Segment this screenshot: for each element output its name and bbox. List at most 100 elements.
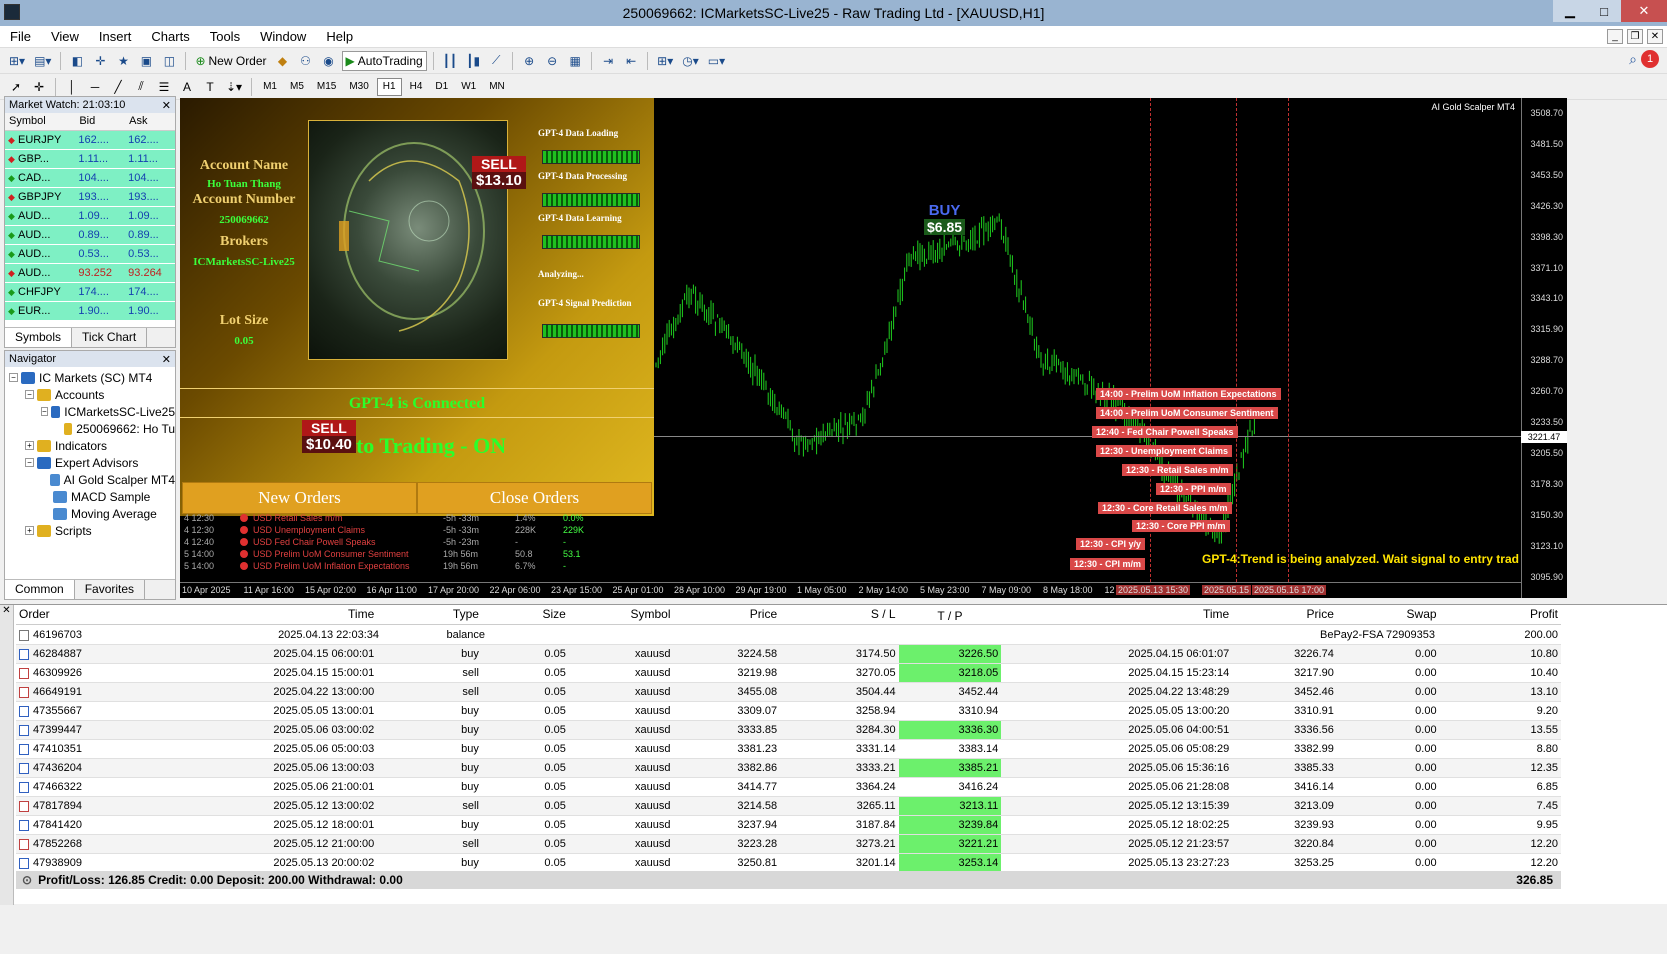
event-label[interactable]: 12:30 - CPI m/m	[1070, 558, 1146, 570]
tf-h1[interactable]: H1	[376, 77, 402, 96]
market-watch-icon[interactable]: ◧	[67, 51, 87, 71]
menu-help[interactable]: Help	[316, 29, 363, 44]
expand-icon[interactable]: +	[25, 441, 34, 450]
auto-scroll-icon[interactable]: ⇥	[598, 51, 618, 71]
bar-chart-icon[interactable]: ┃┃	[440, 51, 460, 71]
expand-icon[interactable]: −	[25, 390, 34, 399]
table-row[interactable]: 47399447 2025.05.06 03:00:02 buy 0.05 xauusd…	[16, 721, 1561, 740]
indicators-icon[interactable]: ⊞▾	[654, 51, 676, 71]
terminal-close-icon[interactable]: ✕	[0, 605, 13, 616]
trendline-icon[interactable]: ╱	[108, 77, 128, 97]
tab-favorites[interactable]: Favorites	[75, 580, 146, 599]
expand-icon[interactable]: −	[9, 373, 18, 382]
table-row[interactable]: 47841420 2025.05.12 18:00:01 buy 0.05 xauusd…	[16, 816, 1561, 835]
expand-icon[interactable]: −	[41, 407, 48, 416]
event-label[interactable]: 12:30 - CPI y/y	[1076, 538, 1146, 550]
line-chart-icon[interactable]: ⟋	[486, 51, 506, 71]
price-chart[interactable]: AI Gold Scalper MT4 BUY $6.85 14:00 - Pr…	[180, 98, 1567, 598]
col-symbol[interactable]: Symbol	[569, 607, 674, 624]
tf-w1[interactable]: W1	[456, 78, 481, 96]
event-label[interactable]: 14:00 - Prelim UoM Consumer Sentiment	[1096, 407, 1278, 419]
navigator-item[interactable]: + Scripts	[5, 522, 175, 539]
market-watch-row[interactable]: ◆ AUD... 0.89... 0.89...	[5, 225, 175, 245]
table-row[interactable]: 46649191 2025.04.22 13:00:00 sell 0.05 xauus…	[16, 683, 1561, 702]
tester-icon[interactable]: ◫	[159, 51, 179, 71]
col-profit[interactable]: Profit	[1440, 607, 1561, 624]
autotrading-button[interactable]: ▶ AutoTrading	[341, 50, 427, 71]
navigator-item[interactable]: MACD Sample	[5, 488, 175, 505]
event-label[interactable]: 12:40 - Fed Chair Powell Speaks	[1092, 426, 1238, 438]
profiles-icon[interactable]: ▤▾	[31, 51, 54, 71]
new-orders-button[interactable]: New Orders	[182, 482, 417, 514]
close-button[interactable]: ✕	[1621, 0, 1667, 22]
table-row[interactable]: 46284887 2025.04.15 06:00:01 buy 0.05 xauusd…	[16, 645, 1561, 664]
fibonacci-icon[interactable]: ☰	[154, 77, 174, 97]
expand-icon[interactable]: +	[25, 526, 34, 535]
navigator-icon[interactable]: ★	[113, 51, 133, 71]
panel-close-icon[interactable]: ✕	[162, 353, 171, 366]
metaeditor-icon[interactable]: ◆	[273, 51, 293, 71]
table-row[interactable]: 47436204 2025.05.06 13:00:03 buy 0.05 xauusd…	[16, 759, 1561, 778]
market-watch-row[interactable]: ◆ AUD... 93.252 93.264	[5, 263, 175, 283]
tf-mn[interactable]: MN	[484, 78, 510, 96]
event-label[interactable]: 12:30 - PPI m/m	[1156, 483, 1231, 495]
navigator-item[interactable]: − Expert Advisors	[5, 454, 175, 471]
tf-m15[interactable]: M15	[312, 78, 341, 96]
tab-symbols[interactable]: Symbols	[5, 328, 73, 347]
col-ask[interactable]: Ask	[125, 113, 175, 131]
tf-m30[interactable]: M30	[344, 78, 373, 96]
col-close-time[interactable]: Time	[1001, 607, 1232, 624]
data-window-icon[interactable]: ✛	[90, 51, 110, 71]
mdi-close-icon[interactable]: ✕	[1647, 29, 1663, 44]
table-row[interactable]: 47466322 2025.05.06 21:00:01 buy 0.05 xauusd…	[16, 778, 1561, 797]
signals-icon[interactable]: ⚇	[296, 51, 316, 71]
zoom-in-icon[interactable]: ⊕	[519, 51, 539, 71]
table-row[interactable]: 47852268 2025.05.12 21:00:00 sell 0.05 xauus…	[16, 835, 1561, 854]
periods-icon[interactable]: ◷▾	[679, 51, 702, 71]
col-price[interactable]: Price	[673, 607, 780, 624]
event-label[interactable]: 14:00 - Prelim UoM Inflation Expectation…	[1096, 388, 1281, 400]
horizontal-line-icon[interactable]: ─	[85, 77, 105, 97]
mdi-restore-icon[interactable]: ❐	[1627, 29, 1643, 44]
navigator-item[interactable]: − ICMarketsSC-Live25	[5, 403, 175, 420]
table-row[interactable]: 47355667 2025.05.05 13:00:01 buy 0.05 xauusd…	[16, 702, 1561, 721]
market-watch-row[interactable]: ◆ EURJPY 162.... 162....	[5, 130, 175, 150]
crosshair-icon[interactable]: ✛	[29, 77, 49, 97]
tile-windows-icon[interactable]: ▦	[565, 51, 585, 71]
tab-tick-chart[interactable]: Tick Chart	[72, 328, 148, 347]
menu-tools[interactable]: Tools	[200, 29, 250, 44]
label-icon[interactable]: T	[200, 77, 220, 97]
new-chart-icon[interactable]: ⊞▾	[6, 51, 28, 71]
market-watch-row[interactable]: ◆ GBPJPY 193.... 193....	[5, 187, 175, 207]
event-label[interactable]: 12:30 - Core PPI m/m	[1132, 520, 1230, 532]
navigator-item[interactable]: Moving Average	[5, 505, 175, 522]
navigator-item[interactable]: − IC Markets (SC) MT4	[5, 369, 175, 386]
expand-icon[interactable]: −	[25, 458, 34, 467]
templates-icon[interactable]: ▭▾	[705, 51, 728, 71]
zoom-out-icon[interactable]: ⊖	[542, 51, 562, 71]
maximize-button[interactable]: □	[1587, 0, 1621, 22]
minimize-button[interactable]: ▁	[1553, 0, 1587, 22]
table-row[interactable]: 47817894 2025.05.12 13:00:02 sell 0.05 xauus…	[16, 797, 1561, 816]
navigator-item[interactable]: AI Gold Scalper MT4	[5, 471, 175, 488]
menu-charts[interactable]: Charts	[141, 29, 199, 44]
market-watch-row[interactable]: ◆ AUD... 1.09... 1.09...	[5, 206, 175, 226]
text-icon[interactable]: A	[177, 77, 197, 97]
terminal-icon[interactable]: ▣	[136, 51, 156, 71]
col-swap[interactable]: Swap	[1337, 607, 1440, 624]
cursor-icon[interactable]: ➚	[6, 77, 26, 97]
menu-file[interactable]: File	[0, 29, 41, 44]
tf-d1[interactable]: D1	[430, 78, 453, 96]
close-orders-button[interactable]: Close Orders	[417, 482, 652, 514]
col-bid[interactable]: Bid	[75, 113, 126, 131]
community-icon[interactable]: ◉	[319, 51, 339, 71]
col-order[interactable]: Order	[16, 607, 150, 624]
event-label[interactable]: 12:30 - Retail Sales m/m	[1122, 464, 1233, 476]
chart-shift-icon[interactable]: ⇤	[621, 51, 641, 71]
table-row[interactable]: 47410351 2025.05.06 05:00:03 buy 0.05 xauusd…	[16, 740, 1561, 759]
menu-insert[interactable]: Insert	[89, 29, 142, 44]
market-watch-row[interactable]: ◆ CAD... 104.... 104....	[5, 168, 175, 188]
market-watch-row[interactable]: ◆ GBP... 1.11... 1.11...	[5, 149, 175, 169]
tf-m5[interactable]: M5	[285, 78, 309, 96]
navigator-item[interactable]: − Accounts	[5, 386, 175, 403]
